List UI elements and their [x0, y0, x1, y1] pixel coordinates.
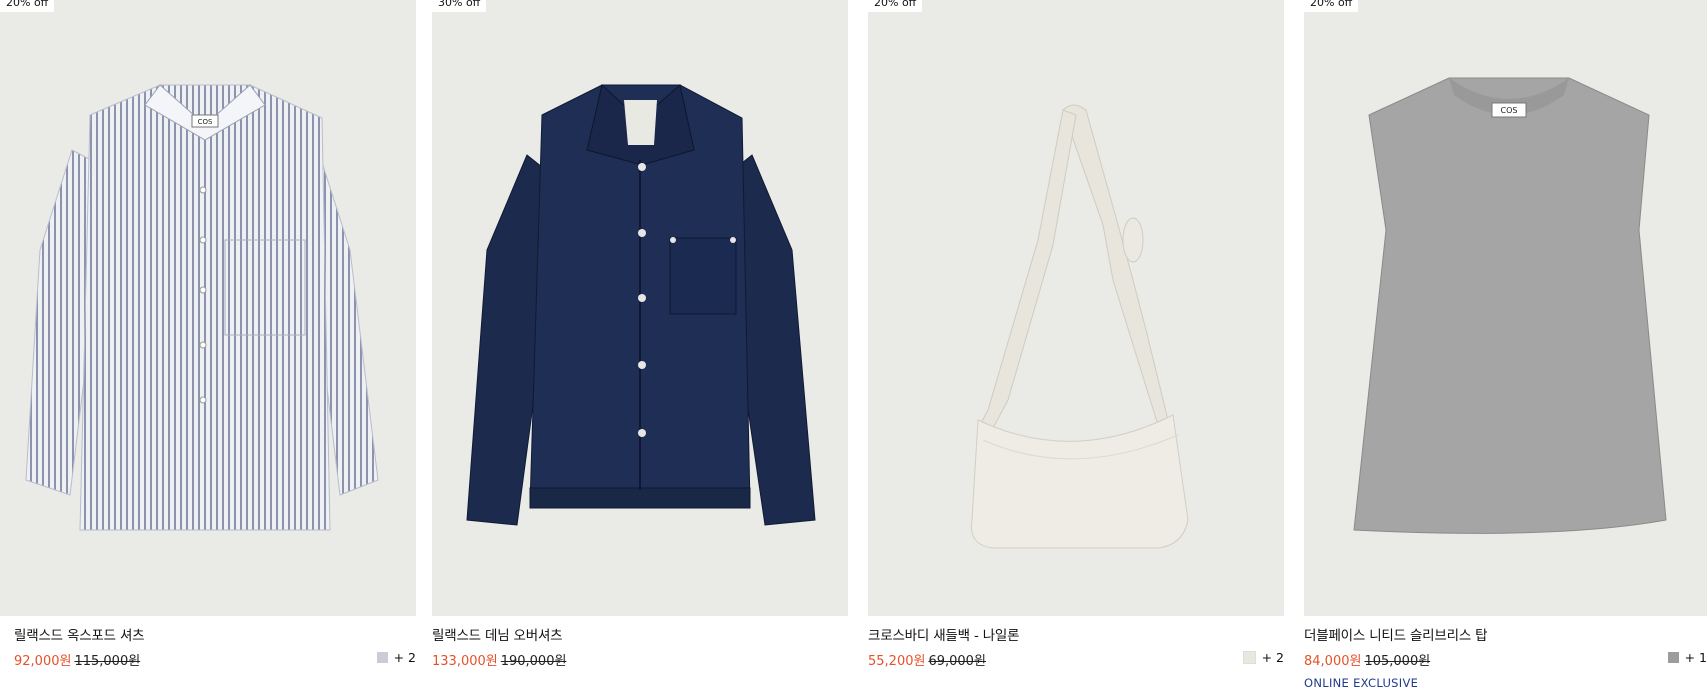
sale-price: 55,200원 [868, 654, 926, 669]
product-image[interactable]: 30% off [432, 0, 848, 616]
color-swatch[interactable] [1242, 651, 1256, 664]
product-grid: COS 20% off 릴랙스드 옥스포드 셔츠 92,000원 115,000원… [0, 0, 1707, 690]
crossbody-bag-image [970, 104, 1189, 549]
product-card[interactable]: 30% off 릴랙스드 데님 오버셔츠 133,000원 190,000원 [432, 0, 848, 685]
original-price: 105,000원 [1364, 654, 1431, 669]
sale-price: 84,000원 [1304, 654, 1362, 669]
discount-badge: 20% off [1304, 0, 1359, 12]
product-card[interactable]: 20% off 크로스바디 새들백 - 나일론 55,200원 69,000원 +… [868, 0, 1284, 685]
garment-label: COS [198, 118, 213, 126]
sale-price: 133,000원 [432, 654, 498, 669]
original-price: 69,000원 [928, 654, 986, 669]
color-swatch[interactable] [376, 652, 388, 663]
product-card[interactable]: COS 20% off 릴랙스드 옥스포드 셔츠 92,000원 115,000원… [0, 0, 416, 685]
product-info: 릴랙스드 옥스포드 셔츠 92,000원 115,000원 + 2 [0, 624, 416, 685]
more-colors-count: + 1 [1684, 650, 1707, 665]
striped-shirt-image: COS [25, 84, 379, 531]
product-name[interactable]: 릴랙스드 데님 오버셔츠 [432, 624, 563, 644]
product-name[interactable]: 더블페이스 니티드 슬리브리스 탑 [1304, 624, 1488, 644]
price-row: 133,000원 190,000원 [432, 650, 566, 669]
sale-price: 92,000원 [14, 654, 72, 669]
price-row: 55,200원 69,000원 [868, 650, 986, 669]
product-info: 크로스바디 새들백 - 나일론 55,200원 69,000원 + 2 [868, 624, 1284, 685]
color-swatches[interactable]: + 2 [1242, 650, 1284, 665]
discount-badge: 30% off [432, 0, 487, 12]
product-image[interactable]: COS 20% off [0, 0, 416, 616]
price-row: 92,000원 115,000원 [14, 650, 140, 669]
product-image[interactable]: COS 20% off [1304, 0, 1707, 616]
original-price: 190,000원 [500, 654, 567, 669]
product-name[interactable]: 릴랙스드 옥스포드 셔츠 [14, 624, 145, 644]
product-info: 릴랙스드 데님 오버셔츠 133,000원 190,000원 [432, 624, 848, 685]
garment-label: COS [1501, 106, 1518, 115]
online-exclusive-tag: ONLINE EXCLUSIVE [1304, 676, 1419, 690]
product-name[interactable]: 크로스바디 새들백 - 나일론 [868, 624, 1020, 644]
product-info: 더블페이스 니티드 슬리브리스 탑 84,000원 105,000원 + 1 ON… [1304, 624, 1707, 690]
more-colors-count: + 2 [1261, 650, 1284, 665]
product-image[interactable]: 20% off [868, 0, 1284, 616]
discount-badge: 20% off [0, 0, 55, 12]
sleeveless-top-image: COS [1353, 77, 1667, 534]
color-swatches[interactable]: + 2 [376, 650, 416, 665]
product-card[interactable]: COS 20% off 더블페이스 니티드 슬리브리스 탑 84,000원 105… [1304, 0, 1707, 690]
original-price: 115,000원 [74, 654, 141, 669]
more-colors-count: + 2 [393, 650, 416, 665]
denim-overshirt-image [466, 84, 816, 526]
color-swatches[interactable]: + 1 [1667, 650, 1707, 665]
price-row: 84,000원 105,000원 [1304, 650, 1430, 669]
discount-badge: 20% off [868, 0, 923, 12]
color-swatch[interactable] [1667, 652, 1679, 663]
